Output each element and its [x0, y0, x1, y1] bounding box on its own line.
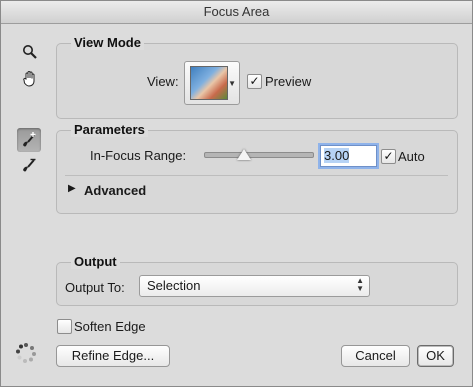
- checkmark-icon: ✓: [383, 149, 394, 163]
- focus-area-add-tool-button[interactable]: [17, 128, 41, 152]
- focus-area-subtract-tool-button[interactable]: [17, 153, 41, 177]
- brush-plus-icon: [23, 132, 36, 147]
- parameters-heading: Parameters: [71, 122, 148, 137]
- output-to-label: Output To:: [65, 280, 125, 295]
- select-arrows-icon: ▲ ▼: [356, 276, 364, 293]
- magnifier-icon: [23, 45, 37, 59]
- view-preview-thumbnail: [190, 66, 228, 100]
- in-focus-range-slider[interactable]: [204, 152, 314, 158]
- soften-edge-label: Soften Edge: [74, 319, 146, 334]
- preview-label: Preview: [265, 74, 312, 89]
- output-to-select[interactable]: Selection ▲ ▼: [139, 275, 370, 297]
- output-heading: Output: [71, 254, 120, 269]
- view-mode-heading: View Mode: [71, 35, 144, 50]
- advanced-toggle[interactable]: Advanced: [84, 183, 146, 198]
- hand-icon: [23, 70, 35, 87]
- checkmark-icon: ✓: [249, 74, 260, 88]
- soften-edge-checkbox[interactable]: [57, 319, 72, 334]
- view-thumbnail-dropdown[interactable]: ▼: [184, 61, 240, 105]
- cancel-button[interactable]: Cancel: [341, 345, 410, 367]
- preview-checkbox[interactable]: ✓: [247, 74, 262, 89]
- output-to-value: Selection: [147, 278, 201, 293]
- ok-button[interactable]: OK: [417, 345, 454, 367]
- hand-tool-button[interactable]: [18, 66, 42, 90]
- dropdown-arrow-icon: ▼: [228, 79, 236, 88]
- slider-knob[interactable]: [236, 149, 251, 160]
- auto-checkbox[interactable]: ✓: [381, 149, 396, 164]
- in-focus-range-label: In-Focus Range:: [90, 148, 187, 163]
- brush-minus-icon: [23, 158, 36, 172]
- window-title: Focus Area: [1, 1, 472, 24]
- focus-area-dialog: Focus Area View Mode View: ▼ ✓ Preview P…: [0, 0, 473, 387]
- disclosure-triangle-icon[interactable]: ▶: [68, 183, 76, 194]
- progress-spinner-icon: [16, 343, 36, 363]
- zoom-tool-button[interactable]: [18, 40, 42, 64]
- auto-label: Auto: [398, 149, 425, 164]
- parameters-divider: [65, 175, 448, 176]
- parameters-group: [56, 130, 458, 214]
- refine-edge-button[interactable]: Refine Edge...: [56, 345, 170, 367]
- view-label: View:: [147, 74, 179, 89]
- in-focus-range-input[interactable]: 3.00: [320, 145, 377, 167]
